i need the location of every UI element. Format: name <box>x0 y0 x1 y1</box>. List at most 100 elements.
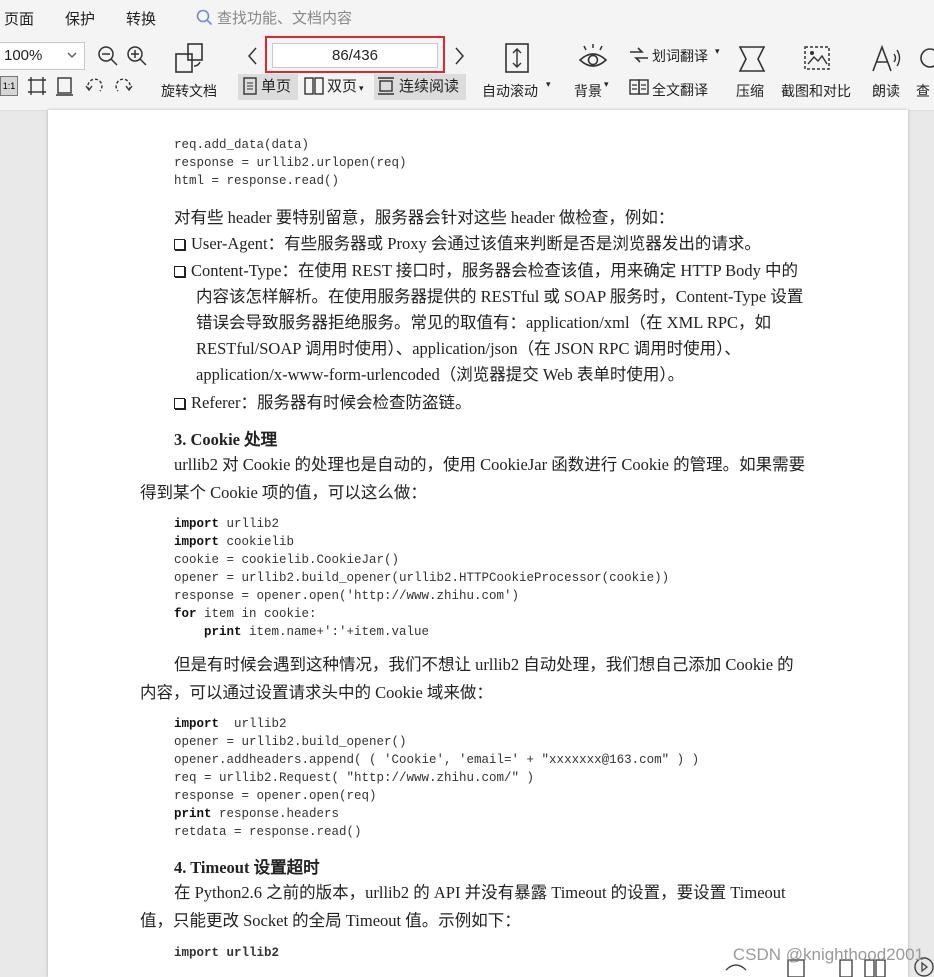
auto-scroll-label[interactable]: 自动滚动 <box>482 81 538 101</box>
search-placeholder: 查找功能、文档内容 <box>217 10 353 27</box>
code-line: print item.name+':'+item.value <box>174 623 669 641</box>
paragraph: 但是有时候会遇到这种情况，我们不想让 urllib2 自动处理，我们想自己添加 … <box>174 655 794 674</box>
code-line: for item in cookie: <box>174 605 669 623</box>
code-line: import urllib2 <box>174 515 669 533</box>
zoom-in-icon[interactable] <box>126 45 148 67</box>
double-page-label: 双页 <box>327 78 358 95</box>
actual-size-icon[interactable]: 1:1 <box>0 76 18 96</box>
code-text: item in cookie: <box>196 607 317 621</box>
code-keyword: import <box>174 517 220 531</box>
single-page-label: 单页 <box>261 78 292 95</box>
code-line: retdata = response.read() <box>174 823 699 841</box>
checkbox-bullet-icon <box>174 266 185 277</box>
code-text: opener = urllib2.build_opener(urllib2.HT… <box>174 571 670 585</box>
checkbox-bullet-icon <box>174 398 185 409</box>
rotate-document-label[interactable]: 旋转文档 <box>161 81 217 101</box>
code-line: req.add_data(data) <box>174 138 310 152</box>
full-translate-icon[interactable] <box>628 77 650 99</box>
continuous-reading-icon <box>378 77 394 95</box>
search-box[interactable]: 查找功能、文档内容 <box>196 7 352 28</box>
code-block-3: import urllib2 opener = urllib2.build_ope… <box>174 715 699 841</box>
rotate-document-icon[interactable] <box>174 42 206 74</box>
continuous-reading-label: 连续阅读 <box>399 78 460 95</box>
page-indicator-highlight <box>265 36 445 73</box>
code-line: response = urllib2.urlopen(req) <box>174 156 407 170</box>
single-page-icon <box>243 77 257 95</box>
auto-scroll-icon[interactable] <box>503 42 531 74</box>
rotate-left-icon[interactable] <box>85 76 105 96</box>
zoom-out-icon[interactable] <box>97 45 119 67</box>
screenshot-icon[interactable] <box>802 44 832 74</box>
paragraph: 在 Python2.6 之前的版本，urllib2 的 API 并没有暴露 Ti… <box>174 883 786 902</box>
find-icon[interactable] <box>918 46 934 72</box>
code-line: response = opener.open('http://www.zhihu… <box>174 587 669 605</box>
code-line: print response.headers <box>174 805 699 823</box>
code-block-2: import urllib2 import cookielib cookie = c… <box>174 515 669 641</box>
section-heading: 4. Timeout 设置超时 <box>174 858 320 877</box>
code-line: opener.addheaders.append( ( 'Cookie', 'e… <box>174 751 699 769</box>
menu-page[interactable]: 页面 <box>4 8 34 29</box>
full-translate-label[interactable]: 全文翻译 <box>652 80 708 100</box>
code-keyword: for <box>174 607 197 621</box>
code-text: req = urllib2.Request( "http://www.zhihu… <box>174 771 535 785</box>
code-text: response = opener.open(req) <box>174 789 377 803</box>
code-text: item.name+':'+item.value <box>241 625 430 639</box>
code-block-1: req.add_data(data) response = urllib2.url… <box>174 136 407 190</box>
code-keyword: import <box>174 717 220 731</box>
menu-convert[interactable]: 转换 <box>126 8 156 29</box>
single-page-button[interactable]: 单页 <box>238 74 298 100</box>
checkbox-bullet-icon <box>174 239 185 250</box>
word-translate-label[interactable]: 划词翻译 <box>652 46 708 66</box>
code-line: req = urllib2.Request( "http://www.zhihu… <box>174 769 699 787</box>
code-text: response.headers <box>211 807 340 821</box>
code-keyword: print <box>174 625 242 639</box>
compress-icon[interactable] <box>736 44 768 74</box>
find-label[interactable]: 查 <box>916 81 930 101</box>
code-line: import urllib2 <box>174 715 699 733</box>
code-line: response = opener.open(req) <box>174 787 699 805</box>
bullet-item: Referer：服务器有时候会检查防盗链。 <box>174 389 471 416</box>
watermark: CSDN @knighthood2001 <box>732 945 924 964</box>
prev-page-icon[interactable] <box>246 45 260 67</box>
bullet-text: RESTful/SOAP 调用时使用）、application/json（在 J… <box>196 339 741 358</box>
code-line: html = response.read() <box>174 174 340 188</box>
fit-width-icon[interactable] <box>55 76 75 96</box>
code-text: opener.addheaders.append( ( 'Cookie', 'e… <box>174 753 700 767</box>
chevron-down-icon <box>67 52 77 58</box>
paragraph: 内容，可以通过设置请求头中的 Cookie 域来做： <box>140 683 493 702</box>
paragraph: urllib2 对 Cookie 的处理也是自动的，使用 CookieJar 函… <box>174 455 806 474</box>
code-line: opener = urllib2.build_opener() <box>174 733 699 751</box>
paragraph: 对有些 header 要特别留意，服务器会针对这些 header 做检查，例如： <box>174 208 675 227</box>
bullet-text: User-Agent：有些服务器或 Proxy 会通过该值来判断是否是浏览器发出… <box>191 234 761 253</box>
code-text: cookielib <box>219 535 295 549</box>
translate-icon[interactable] <box>628 44 650 66</box>
code-text: urllib2 <box>219 517 280 531</box>
code-line: import cookielib <box>174 533 669 551</box>
background-label[interactable]: 背景 <box>574 81 602 101</box>
menu-protect[interactable]: 保护 <box>65 8 95 29</box>
bullet-item: User-Agent：有些服务器或 Proxy 会通过该值来判断是否是浏览器发出… <box>174 230 761 257</box>
code-keyword: import <box>174 535 220 549</box>
code-text: retdata = response.read() <box>174 825 362 839</box>
bullet-text: 内容该怎样解析。在使用服务器提供的 RESTful 或 SOAP 服务时，Con… <box>196 287 804 306</box>
next-page-icon[interactable] <box>452 45 466 67</box>
continuous-reading-button[interactable]: 连续阅读 <box>374 74 466 100</box>
code-text: cookie = cookielib.CookieJar() <box>174 553 400 567</box>
eye-icon[interactable] <box>578 44 608 72</box>
bullet-text: application/x-www-form-urlencoded（浏览器提交 … <box>196 365 685 384</box>
document-page: req.add_data(data) response = urllib2.url… <box>48 110 908 977</box>
double-page-icon <box>304 77 324 95</box>
search-icon <box>196 9 213 26</box>
rotate-right-icon[interactable] <box>113 76 133 96</box>
zoom-select[interactable]: 100% <box>0 42 85 70</box>
menu-bar: 页面 保护 转换 查找功能、文档内容 <box>0 0 934 36</box>
read-aloud-label[interactable]: 朗读 <box>872 81 900 101</box>
screenshot-compare-label[interactable]: 截图和对比 <box>781 81 851 101</box>
double-page-button[interactable]: 双页 ▾ <box>303 74 373 100</box>
read-aloud-icon[interactable] <box>870 44 904 74</box>
compress-label[interactable]: 压缩 <box>736 81 764 101</box>
code-keyword: print <box>174 807 212 821</box>
paragraph: 得到某个 Cookie 项的值，可以这么做： <box>140 483 427 502</box>
zoom-value: 100% <box>4 47 43 64</box>
fit-page-icon[interactable] <box>27 76 47 96</box>
